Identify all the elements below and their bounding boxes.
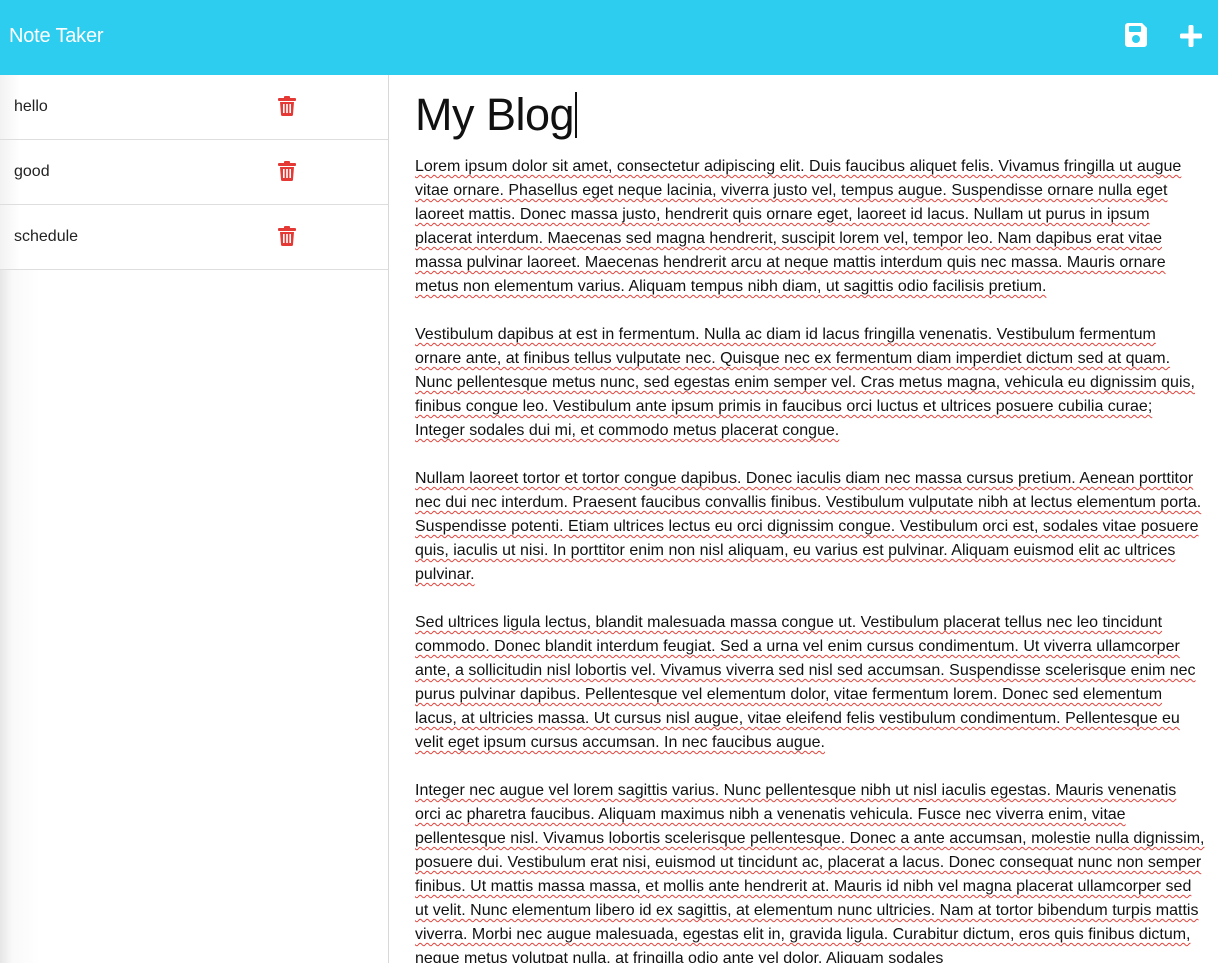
note-body-textarea[interactable]: Lorem ipsum dolor sit amet, consectetur … <box>415 155 1205 963</box>
app-title: Note Taker <box>9 25 104 47</box>
note-title-label[interactable]: schedule <box>14 227 78 247</box>
save-note-button[interactable] <box>1122 21 1150 49</box>
note-list-item[interactable]: good <box>0 140 388 205</box>
trash-icon[interactable] <box>278 226 296 246</box>
note-paragraph[interactable]: Nullam laoreet tortor et tortor congue d… <box>415 467 1205 587</box>
trash-icon[interactable] <box>278 96 296 116</box>
note-paragraph[interactable]: Sed ultrices ligula lectus, blandit male… <box>415 611 1205 755</box>
trash-icon[interactable] <box>278 161 296 181</box>
plus-icon <box>1180 25 1202 47</box>
note-paragraph[interactable]: Lorem ipsum dolor sit amet, consectetur … <box>415 155 1205 299</box>
note-list-item[interactable]: hello <box>0 75 388 140</box>
note-paragraph[interactable]: Vestibulum dapibus at est in fermentum. … <box>415 323 1205 443</box>
note-title-label[interactable]: good <box>14 162 50 182</box>
new-note-button[interactable] <box>1176 21 1206 51</box>
note-editor: My Blog Lorem ipsum dolor sit amet, cons… <box>389 75 1218 963</box>
note-title-text[interactable]: My Blog <box>415 89 575 140</box>
notes-sidebar: hello good schedule <box>0 75 389 963</box>
note-list-item[interactable]: schedule <box>0 205 388 270</box>
app-header: Note Taker <box>0 0 1218 75</box>
note-title-input[interactable]: My Blog <box>415 89 577 141</box>
save-icon <box>1125 23 1147 47</box>
note-list: hello good schedule <box>0 75 388 270</box>
note-title-label[interactable]: hello <box>14 97 48 117</box>
note-paragraph[interactable]: Integer nec augue vel lorem sagittis var… <box>415 779 1205 963</box>
text-cursor <box>575 92 577 138</box>
